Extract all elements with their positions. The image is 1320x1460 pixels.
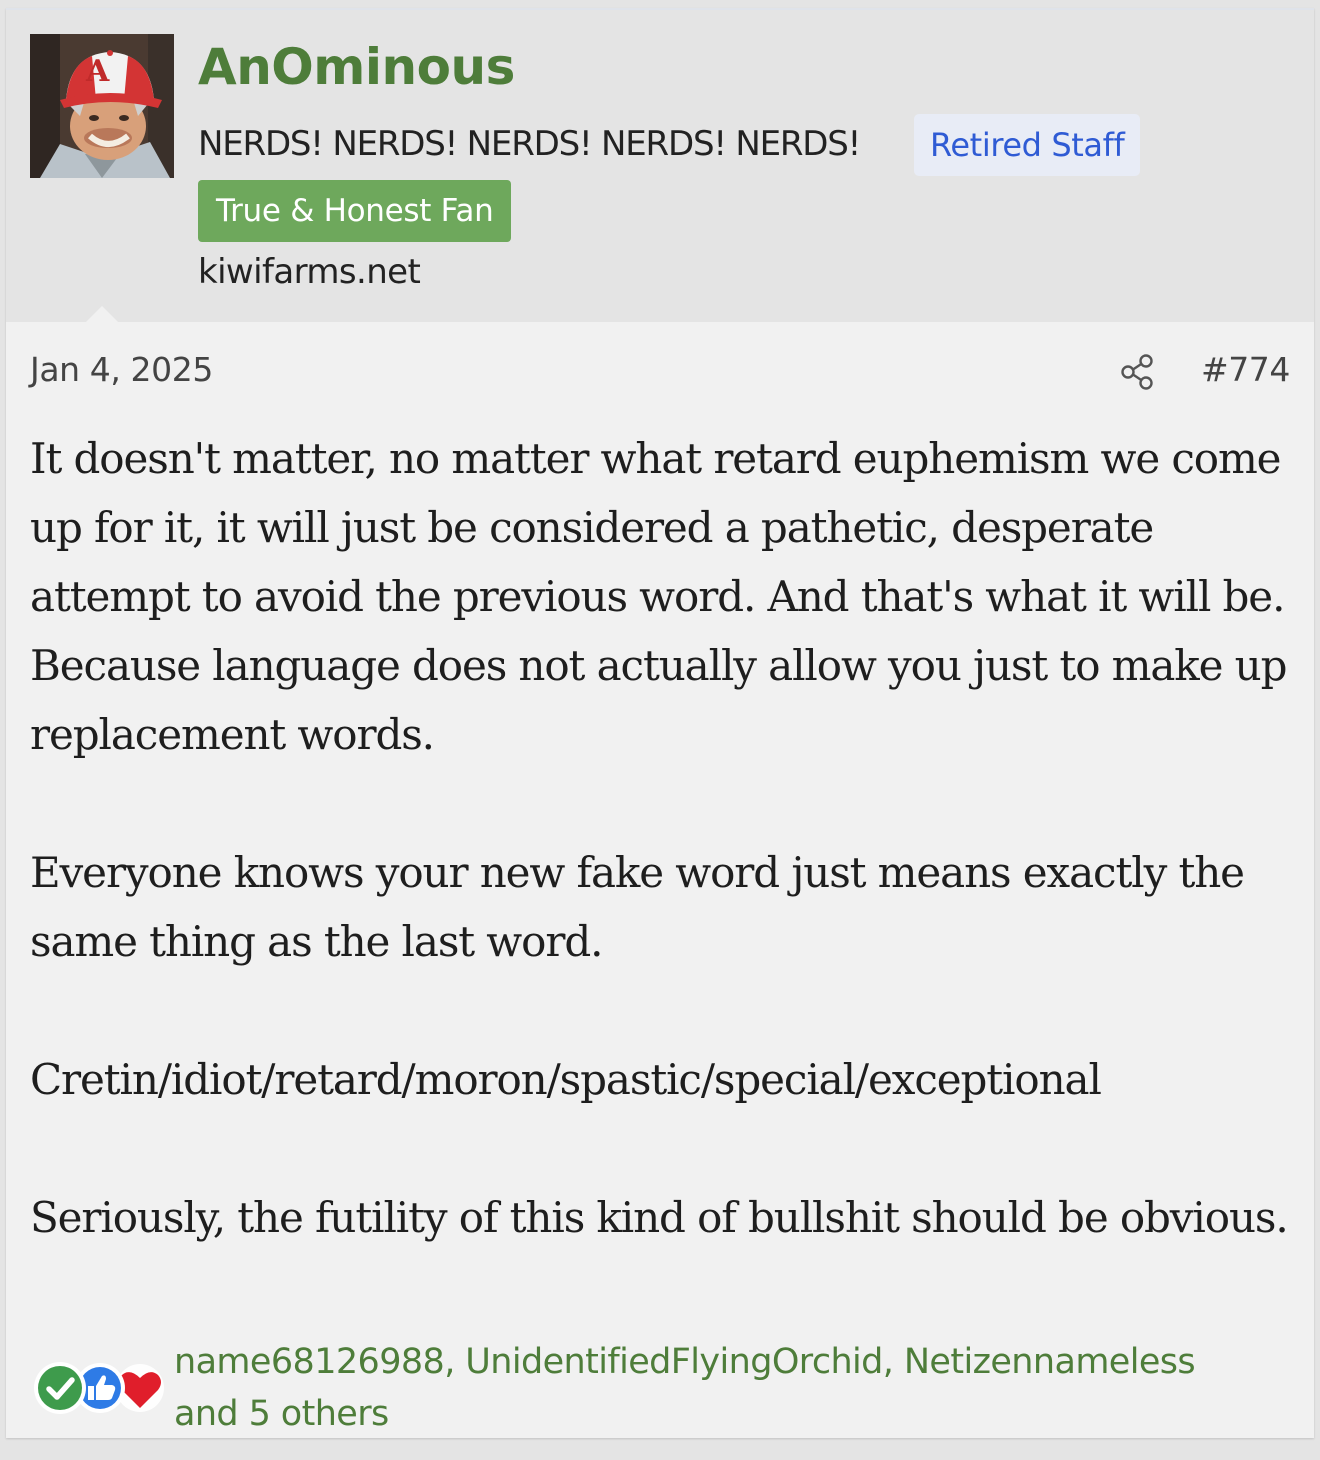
reaction-users[interactable]: name68126988, UnidentifiedFlyingOrchid, … [174, 1336, 1294, 1388]
retired-staff-banner: Retired Staff [914, 114, 1141, 176]
share-icon[interactable] [1118, 352, 1158, 392]
reaction-icons[interactable] [26, 1356, 166, 1420]
post-paragraph: Cretin/idiot/retard/moron/spastic/specia… [30, 1055, 1102, 1104]
forum-post: A AnOminous NERDS! NERDS! NERDS! NERDS! … [6, 8, 1314, 1438]
post-paragraph: It doesn't matter, no matter what retard… [30, 434, 1287, 759]
check-icon [34, 1362, 86, 1414]
reaction-users-list[interactable]: name68126988, UnidentifiedFlyingOrchid, … [174, 1336, 1294, 1438]
username-link[interactable]: AnOminous [198, 38, 515, 96]
header-pointer [86, 306, 118, 322]
avatar-cap-letter: A [86, 54, 110, 89]
user-title: NERDS! NERDS! NERDS! NERDS! NERDS! [198, 124, 861, 164]
reaction-others[interactable]: and 5 others [174, 1388, 1294, 1438]
true-honest-fan-banner: True & Honest Fan [198, 180, 512, 242]
post-user-header: A AnOminous NERDS! NERDS! NERDS! NERDS! … [6, 10, 1314, 322]
post-date-link[interactable]: Jan 4, 2025 [30, 350, 213, 389]
post-body: It doesn't matter, no matter what retard… [30, 424, 1294, 1252]
share-icon-graphic [1121, 354, 1153, 390]
user-site: kiwifarms.net [198, 252, 421, 292]
user-avatar[interactable]: A [30, 34, 174, 178]
post-paragraph: Seriously, the futility of this kind of … [30, 1193, 1289, 1242]
post-paragraph: Everyone knows your new fake word just m… [30, 848, 1245, 966]
post-number-link[interactable]: #774 [1201, 350, 1290, 389]
